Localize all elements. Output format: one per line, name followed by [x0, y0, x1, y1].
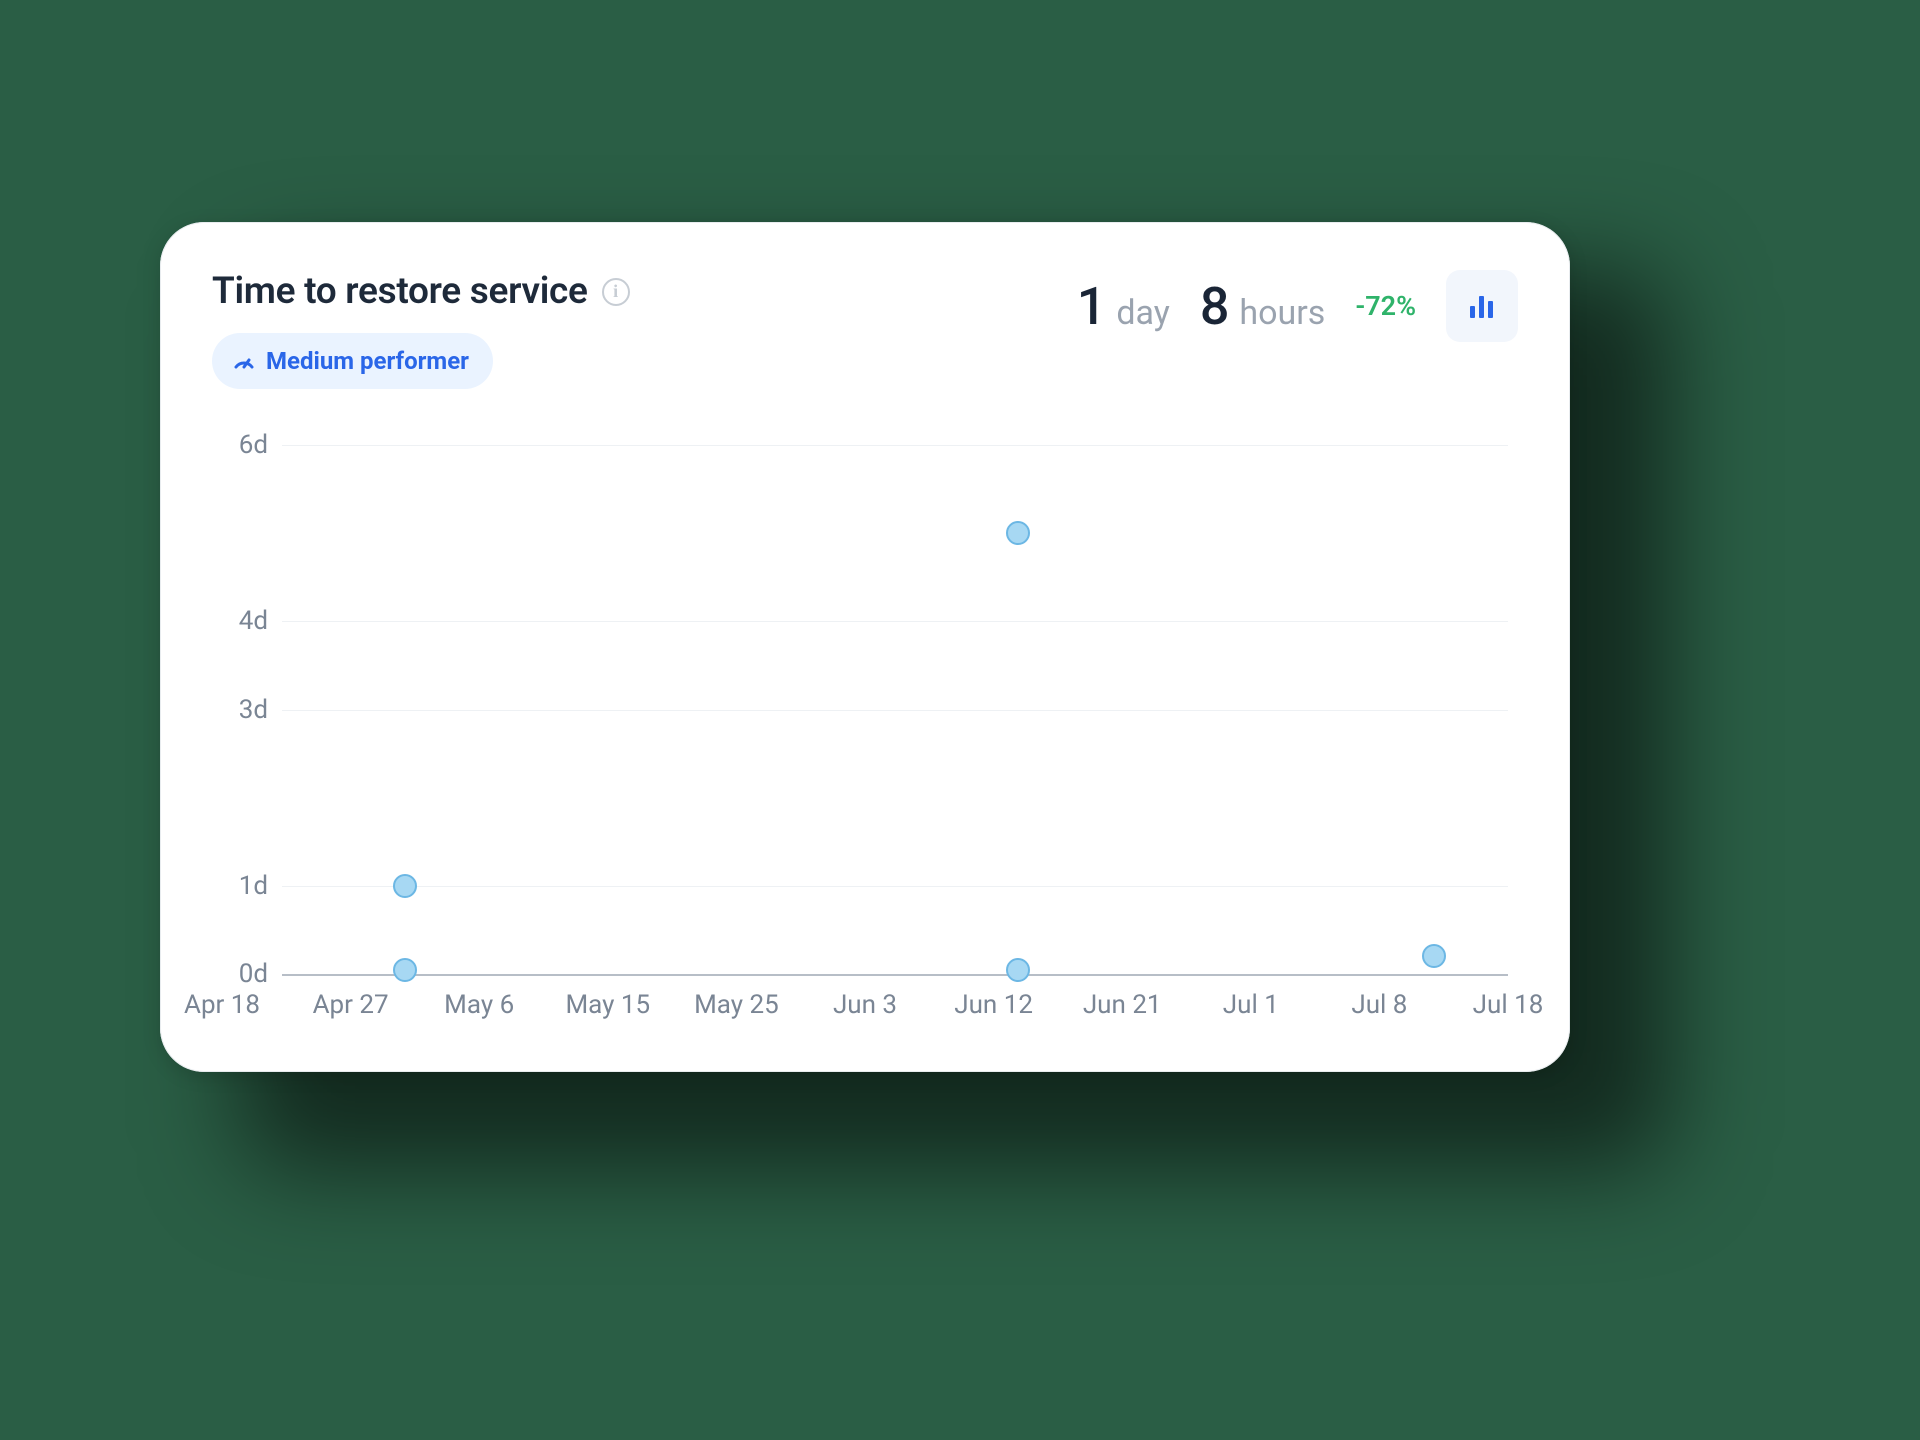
bar-chart-icon — [1464, 288, 1500, 324]
data-point[interactable] — [1006, 521, 1030, 545]
card-title: Time to restore service — [212, 270, 588, 313]
gridline — [282, 974, 1508, 976]
x-tick-label: Jul 18 — [1473, 990, 1544, 1020]
gridline — [282, 710, 1508, 711]
y-tick-label: 4d — [212, 606, 268, 636]
x-tick-label: Jun 3 — [833, 990, 897, 1020]
metric-days-value: 1 — [1077, 276, 1107, 337]
data-point[interactable] — [393, 958, 417, 982]
plot-area: 0d1d3d4d6d — [282, 445, 1508, 974]
card-header: Time to restore service i Medium perform… — [212, 270, 1518, 389]
metric-hours-value: 8 — [1200, 276, 1230, 337]
metric-hours: 8 hours — [1200, 276, 1326, 337]
chart: 0d1d3d4d6d Apr 18Apr 27May 6May 15May 25… — [212, 445, 1518, 1032]
x-tick-label: May 25 — [694, 990, 779, 1020]
y-tick-label: 6d — [212, 430, 268, 460]
x-tick-label: Jun 12 — [954, 990, 1033, 1020]
performer-badge: Medium performer — [212, 333, 493, 389]
metrics-row: 1 day 8 hours -72% — [1077, 270, 1518, 342]
x-tick-label: May 6 — [444, 990, 514, 1020]
chart-type-button[interactable] — [1446, 270, 1518, 342]
metric-days-unit: day — [1116, 293, 1170, 333]
x-tick-label: May 15 — [565, 990, 650, 1020]
performer-badge-label: Medium performer — [266, 347, 469, 375]
metric-card: Time to restore service i Medium perform… — [160, 222, 1570, 1072]
x-tick-label: Jul 1 — [1223, 990, 1279, 1020]
title-block: Time to restore service i Medium perform… — [212, 270, 630, 389]
gridline — [282, 621, 1508, 622]
metric-delta: -72% — [1355, 290, 1416, 322]
title-row: Time to restore service i — [212, 270, 630, 313]
y-tick-label: 1d — [212, 871, 268, 901]
data-point[interactable] — [393, 874, 417, 898]
data-point[interactable] — [1422, 944, 1446, 968]
info-icon[interactable]: i — [602, 278, 630, 306]
x-tick-label: Jul 8 — [1351, 990, 1407, 1020]
x-axis: Apr 18Apr 27May 6May 15May 25Jun 3Jun 12… — [222, 982, 1508, 1032]
data-point[interactable] — [1006, 958, 1030, 982]
y-tick-label: 3d — [212, 695, 268, 725]
gridline — [282, 445, 1508, 446]
x-tick-label: Apr 18 — [184, 990, 260, 1020]
metric-days: 1 day — [1077, 276, 1170, 337]
x-tick-label: Apr 27 — [313, 990, 389, 1020]
metric-hours-unit: hours — [1239, 293, 1325, 333]
gridline — [282, 886, 1508, 887]
x-tick-label: Jun 21 — [1083, 990, 1162, 1020]
gauge-icon — [232, 349, 256, 373]
